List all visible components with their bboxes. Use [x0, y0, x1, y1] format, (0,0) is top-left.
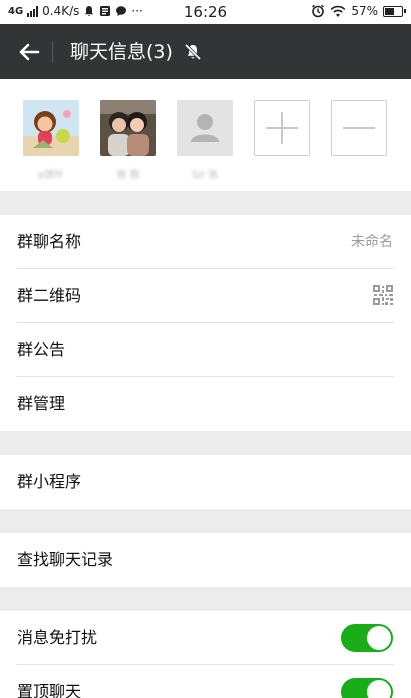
row-label: 群管理 [17, 394, 66, 413]
row-label: 置顶聊天 [17, 682, 82, 698]
member-grid: a饼叶 张 熊 Sir 张 [0, 79, 411, 191]
page-title: 聊天信息(3) [70, 41, 173, 63]
member-item[interactable]: 张 熊 [100, 100, 156, 181]
row-label: 消息免打扰 [17, 628, 98, 647]
section-divider [0, 191, 411, 215]
mute-toggle[interactable] [341, 624, 393, 652]
battery-percent: 57% [351, 4, 378, 18]
section-divider [0, 587, 411, 611]
avatar[interactable] [23, 100, 79, 156]
pin-toggle[interactable] [341, 678, 393, 698]
row-pin-chat: 置顶聊天 [0, 665, 411, 698]
row-search-history[interactable]: 查找聊天记录 [0, 533, 411, 587]
row-label: 群聊名称 [17, 232, 82, 251]
avatar[interactable] [100, 100, 156, 156]
row-manage[interactable]: 群管理 [0, 377, 411, 431]
bell-muted-icon [184, 43, 202, 61]
section-divider [0, 509, 411, 533]
minus-icon [343, 127, 375, 129]
row-announcement[interactable]: 群公告 [0, 323, 411, 377]
add-member-button[interactable] [254, 100, 310, 156]
row-mute: 消息免打扰 [0, 611, 411, 665]
toggle-knob [367, 626, 391, 650]
status-right: 57% [311, 4, 406, 18]
alarm-icon [312, 4, 325, 18]
row-mini-programs[interactable]: 群小程序 [0, 455, 411, 509]
member-item[interactable]: Sir 张 [177, 100, 233, 181]
status-bar: 4G 0.4K/s ··· 16:26 57% [0, 0, 411, 24]
member-name: Sir 张 [191, 170, 219, 181]
avatar[interactable] [177, 100, 233, 156]
row-qr-code[interactable]: 群二维码 [0, 269, 411, 323]
toggle-knob [367, 680, 391, 698]
title-bar: 聊天信息(3) [0, 24, 411, 79]
remove-member-button[interactable] [331, 100, 387, 156]
chat-info-screen: 4G 0.4K/s ··· 16:26 57% 聊天信息(3) a饼叶 张 熊 … [0, 0, 411, 698]
section-divider [0, 431, 411, 455]
group-name-value: 未命名 [351, 234, 393, 250]
row-label: 群二维码 [17, 286, 82, 305]
row-label: 查找聊天记录 [17, 550, 114, 569]
battery-icon [383, 5, 406, 17]
row-label: 群公告 [17, 340, 66, 359]
plus-icon [266, 112, 298, 144]
member-name: 张 熊 [116, 170, 140, 181]
member-item[interactable]: a饼叶 [23, 100, 79, 181]
member-name: a饼叶 [37, 170, 65, 181]
title-divider [52, 41, 53, 63]
wifi-icon [330, 5, 346, 17]
qr-code-icon [373, 285, 393, 305]
back-arrow-icon[interactable] [14, 37, 44, 67]
row-group-name[interactable]: 群聊名称 未命名 [0, 215, 411, 269]
row-label: 群小程序 [17, 472, 82, 491]
